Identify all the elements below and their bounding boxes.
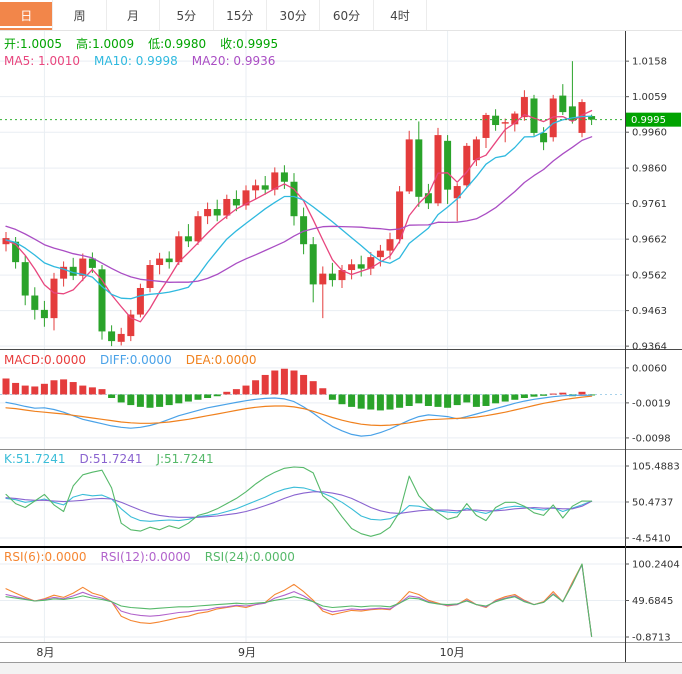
candle-19 — [185, 236, 192, 241]
candle-49 — [473, 139, 480, 160]
candle-51 — [492, 116, 499, 125]
candle-4 — [41, 310, 48, 318]
x-axis-month-2: 10月 — [440, 646, 465, 659]
candle-58 — [559, 96, 566, 113]
candle-18 — [175, 236, 182, 262]
tab-timeframe-4[interactable]: 15分 — [214, 0, 267, 30]
candle-12 — [118, 334, 125, 342]
candle-32 — [310, 244, 317, 284]
candle-15 — [147, 265, 154, 288]
price-ytick-6: 0.9562 — [632, 271, 667, 282]
candle-16 — [156, 259, 163, 265]
price-ytick-1: 1.0059 — [632, 92, 667, 103]
kline-app-window: 日 周 月 5分 15分 30分 60分 4时 0.9995 1.0158 1.0059 0.996… — [0, 0, 682, 674]
tab-label: 4时 — [390, 7, 410, 24]
candle-37 — [358, 264, 365, 268]
candle-43 — [415, 139, 422, 196]
tab-label: 日 — [20, 7, 32, 24]
candle-11 — [108, 331, 115, 341]
rsi-ytick-0: 100.2404 — [632, 559, 680, 570]
chart-area: 0.9995 1.0158 1.0059 0.9960 0.9860 0.9761 0.96… — [0, 31, 682, 674]
macd-ytick-1: -0.0019 — [632, 398, 671, 409]
candle-23 — [223, 199, 230, 216]
price-ytick-7: 0.9463 — [632, 306, 667, 317]
price-ytick-3: 0.9860 — [632, 164, 667, 175]
candle-55 — [531, 98, 538, 132]
x-axis-month-0: 8月 — [36, 646, 54, 659]
candle-50 — [483, 115, 490, 138]
candle-10 — [99, 269, 106, 331]
candle-52 — [502, 122, 509, 123]
candle-45 — [435, 135, 442, 203]
candle-39 — [377, 251, 384, 257]
last-price-label: 0.9995 — [631, 115, 666, 126]
tab-timeframe-7[interactable]: 4时 — [374, 0, 427, 30]
tab-label: 月 — [127, 7, 139, 24]
candle-36 — [348, 264, 355, 270]
tab-label: 周 — [74, 7, 86, 24]
candle-5 — [51, 279, 58, 318]
candle-8 — [79, 259, 86, 276]
candle-33 — [319, 274, 326, 285]
price-ytick-8: 0.9364 — [632, 342, 667, 353]
tab-label: 60分 — [333, 7, 360, 24]
candle-24 — [233, 199, 240, 205]
candle-27 — [262, 185, 269, 189]
candle-42 — [406, 139, 413, 191]
candle-56 — [540, 133, 547, 142]
candle-26 — [252, 185, 259, 190]
bottom-filler — [0, 663, 682, 674]
candle-30 — [291, 182, 298, 216]
candle-3 — [31, 296, 38, 310]
candle-29 — [281, 172, 288, 181]
x-axis-month-1: 9月 — [238, 646, 256, 659]
price-ytick-0: 1.0158 — [632, 57, 667, 68]
candle-2 — [22, 262, 29, 295]
timeframe-tabbar: 日 周 月 5分 15分 30分 60分 4时 — [0, 0, 682, 31]
tab-timeframe-5[interactable]: 30分 — [267, 0, 320, 30]
tab-timeframe-2[interactable]: 月 — [107, 0, 160, 30]
macd-ytick-0: 0.0060 — [632, 363, 667, 374]
candle-22 — [214, 209, 221, 215]
candle-20 — [195, 216, 202, 241]
kline-chart-svg: 0.9995 1.0158 1.0059 0.9960 0.9860 0.9761 0.96… — [0, 31, 682, 674]
rsi-ytick-2: -0.8713 — [632, 633, 671, 644]
candle-48 — [463, 146, 470, 185]
tab-timeframe-3[interactable]: 5分 — [160, 0, 213, 30]
candle-34 — [329, 274, 336, 280]
tab-timeframe-1[interactable]: 周 — [53, 0, 106, 30]
kdj-ytick-2: -4.5410 — [632, 533, 671, 544]
tab-timeframe-6[interactable]: 60分 — [320, 0, 373, 30]
kdj-ytick-0: 105.4883 — [632, 461, 680, 472]
price-ytick-5: 0.9662 — [632, 235, 667, 246]
tab-label: 30分 — [280, 7, 307, 24]
tab-timeframe-0[interactable]: 日 — [0, 0, 53, 30]
candle-14 — [137, 288, 144, 315]
rsi-ytick-1: 49.6845 — [632, 596, 673, 607]
candle-21 — [204, 209, 211, 216]
price-ytick-4: 0.9761 — [632, 199, 667, 210]
candle-41 — [396, 191, 403, 239]
candle-46 — [444, 141, 451, 190]
candle-17 — [166, 259, 173, 263]
tab-label: 15分 — [226, 7, 253, 24]
kdj-ytick-1: 50.4737 — [632, 497, 673, 508]
candle-40 — [387, 239, 394, 250]
macd-ytick-2: -0.0098 — [632, 433, 671, 444]
tab-label: 5分 — [177, 7, 197, 24]
price-ytick-2: 0.9960 — [632, 128, 667, 139]
